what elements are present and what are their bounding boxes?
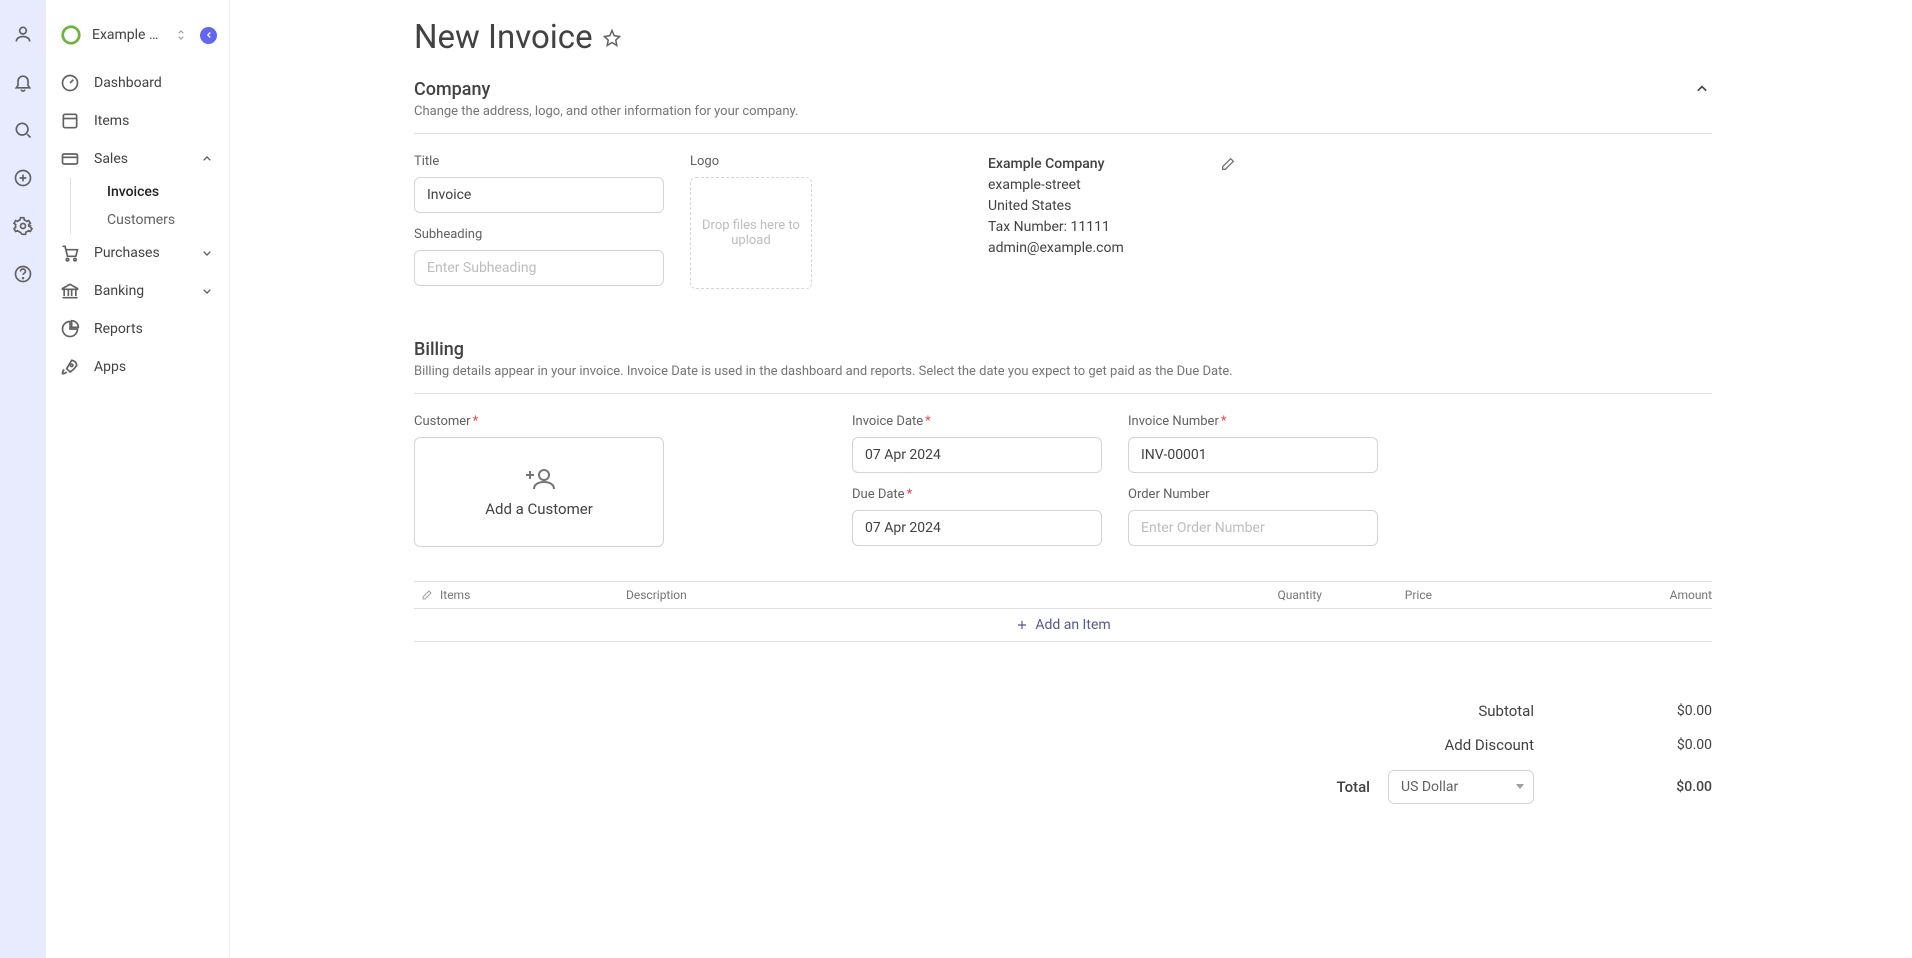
app-logo-icon	[60, 24, 82, 46]
company-info-email: admin@example.com	[988, 238, 1236, 259]
discount-value: $0.00	[1552, 737, 1712, 753]
nav-sales-label: Sales	[94, 151, 128, 167]
nav-reports[interactable]: Reports	[46, 310, 229, 348]
subnav-invoices[interactable]: Invoices	[93, 178, 229, 206]
col-price: Price	[1322, 588, 1432, 602]
due-date-input[interactable]	[852, 510, 1102, 546]
company-info-tax: Tax Number: 11111	[988, 217, 1236, 238]
add-discount-button[interactable]: Add Discount	[1444, 736, 1534, 754]
nav-purchases[interactable]: Purchases	[46, 234, 229, 272]
nav-reports-label: Reports	[94, 321, 143, 337]
add-item-button[interactable]: Add an Item	[414, 609, 1712, 642]
customer-label: Customer*	[414, 414, 664, 429]
nav-dashboard[interactable]: Dashboard	[46, 64, 229, 102]
company-info: Example Company example-street United St…	[988, 154, 1236, 259]
collapse-sidebar-button[interactable]	[200, 27, 217, 44]
title-input[interactable]	[414, 177, 664, 213]
bell-icon[interactable]	[13, 72, 33, 92]
company-info-street: example-street	[988, 175, 1236, 196]
chevron-left-icon	[204, 30, 214, 40]
totals: Subtotal $0.00 Add Discount $0.00 Total …	[414, 702, 1712, 804]
items-table-header: Items Description Quantity Price Amount	[414, 581, 1712, 609]
divider	[414, 393, 1712, 394]
up-down-icon	[174, 28, 188, 42]
plus-circle-icon[interactable]	[13, 168, 33, 188]
nav-apps-label: Apps	[94, 359, 126, 375]
total-value: $0.00	[1552, 779, 1712, 795]
invoice-number-label: Invoice Number*	[1128, 414, 1378, 429]
invoice-number-input[interactable]	[1128, 437, 1378, 473]
chevron-down-icon	[199, 245, 215, 261]
cart-icon	[60, 243, 80, 263]
currency-select[interactable]: US Dollar	[1388, 770, 1534, 804]
page-title-text: New Invoice	[414, 18, 593, 57]
nav-apps[interactable]: Apps	[46, 348, 229, 386]
nav-banking[interactable]: Banking	[46, 272, 229, 310]
favorite-star-icon[interactable]	[603, 29, 621, 47]
company-switcher[interactable]: Example Com…	[46, 24, 229, 64]
add-customer-label: Add a Customer	[485, 500, 593, 518]
sidebar: Example Com… Dashboard Items Sales Invoi…	[46, 0, 230, 958]
subtotal-label: Subtotal	[1478, 702, 1534, 720]
due-date-label: Due Date*	[852, 487, 1102, 502]
bank-icon	[60, 281, 80, 301]
subheading-input[interactable]	[414, 250, 664, 286]
add-person-icon	[522, 466, 556, 492]
billing-section-title: Billing	[414, 339, 1233, 360]
collapse-company-icon[interactable]	[1692, 79, 1712, 99]
icon-rail	[0, 0, 46, 958]
chevron-up-icon	[199, 151, 215, 167]
nav-sales[interactable]: Sales	[46, 140, 229, 178]
add-item-label: Add an Item	[1035, 617, 1110, 633]
page-title: New Invoice	[414, 18, 621, 57]
gauge-icon	[60, 73, 80, 93]
gear-icon[interactable]	[13, 216, 33, 236]
subtotal-value: $0.00	[1552, 703, 1712, 719]
col-amount: Amount	[1432, 588, 1712, 602]
chevron-down-icon	[199, 283, 215, 299]
company-section-subtitle: Change the address, logo, and other info…	[414, 104, 798, 119]
rocket-icon	[60, 357, 80, 377]
sales-submenu: Invoices Customers	[70, 178, 229, 234]
invoice-date-input[interactable]	[852, 437, 1102, 473]
nav-dashboard-label: Dashboard	[94, 75, 162, 91]
company-name: Example Com…	[92, 27, 164, 43]
total-label: Total	[1336, 778, 1370, 796]
logo-dropzone[interactable]: Drop files here to upload	[690, 177, 812, 289]
pie-icon	[60, 319, 80, 339]
subheading-label: Subheading	[414, 227, 664, 242]
nav-continued: Purchases Banking Reports Apps	[46, 234, 229, 386]
search-icon[interactable]	[13, 120, 33, 140]
card-icon	[60, 149, 80, 169]
user-icon[interactable]	[13, 24, 33, 44]
billing-section-subtitle: Billing details appear in your invoice. …	[414, 364, 1233, 379]
plus-icon	[1015, 618, 1029, 632]
add-customer-button[interactable]: Add a Customer	[414, 437, 664, 547]
divider	[414, 133, 1712, 134]
company-info-name: Example Company	[988, 154, 1236, 175]
order-number-label: Order Number	[1128, 487, 1378, 502]
col-description: Description	[626, 588, 1212, 602]
company-info-country: United States	[988, 196, 1236, 217]
nav-items[interactable]: Items	[46, 102, 229, 140]
order-number-input[interactable]	[1128, 510, 1378, 546]
edit-company-icon[interactable]	[1220, 156, 1236, 172]
nav: Dashboard Items Sales	[46, 64, 229, 178]
title-label: Title	[414, 154, 664, 169]
pencil-icon	[421, 589, 433, 601]
nav-purchases-label: Purchases	[94, 245, 160, 261]
company-section-title: Company	[414, 79, 798, 100]
main-content: New Invoice Company Change the address, …	[230, 0, 1912, 958]
logo-label: Logo	[690, 154, 812, 169]
nav-banking-label: Banking	[94, 283, 144, 299]
invoice-date-label: Invoice Date*	[852, 414, 1102, 429]
box-icon	[60, 111, 80, 131]
nav-items-label: Items	[94, 113, 129, 129]
col-quantity: Quantity	[1212, 588, 1322, 602]
subnav-customers[interactable]: Customers	[93, 206, 229, 234]
help-icon[interactable]	[13, 264, 33, 284]
col-items: Items	[440, 588, 626, 602]
